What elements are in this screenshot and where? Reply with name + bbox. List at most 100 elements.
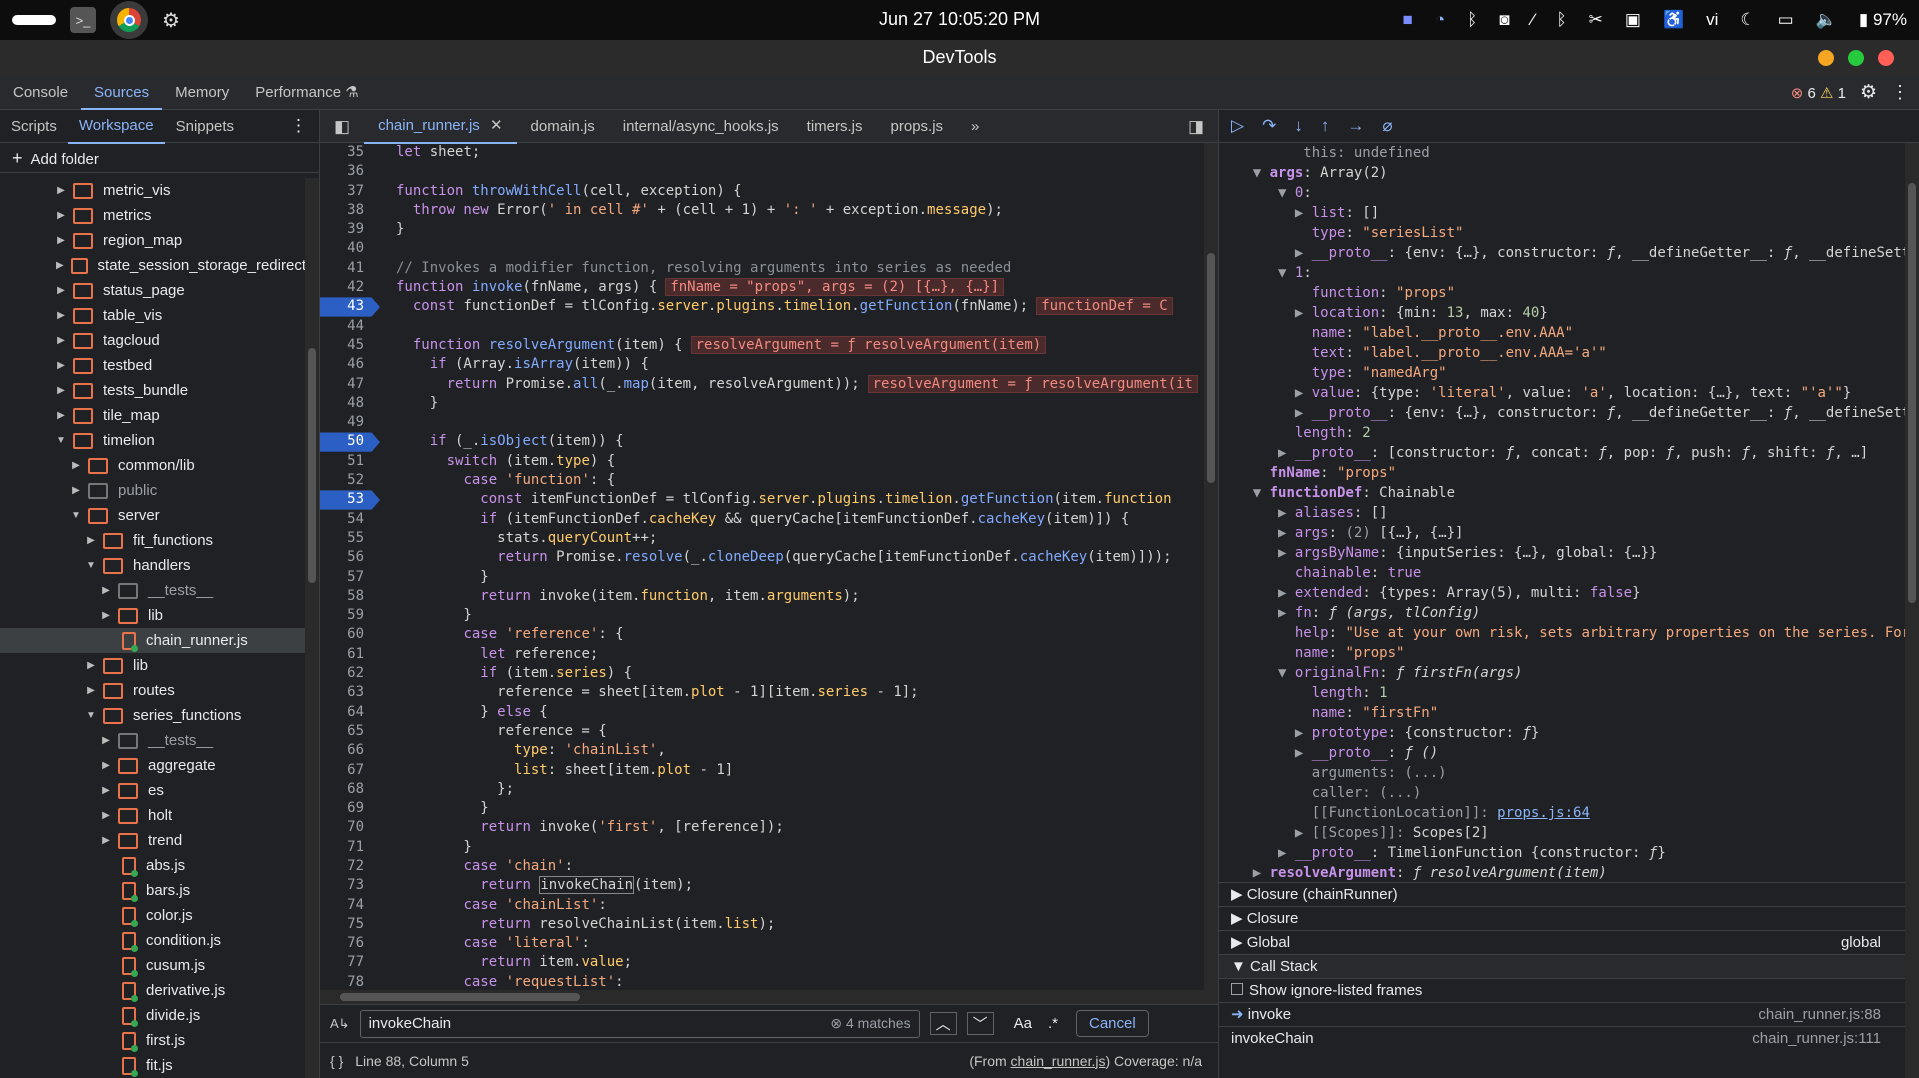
debugger-scrollbar[interactable]: [1905, 143, 1919, 1078]
code-line[interactable]: 49: [320, 413, 1205, 432]
tab-workspace[interactable]: Workspace: [67, 109, 165, 144]
tab-snippets[interactable]: Snippets: [165, 110, 245, 143]
scope-row[interactable]: fnName: "props": [1219, 463, 1905, 483]
tree-item[interactable]: ▶ es: [0, 778, 306, 803]
line-number[interactable]: 38: [320, 201, 380, 220]
code-line[interactable]: 73 return invokeChain(item);: [320, 876, 1205, 895]
scope-row[interactable]: ▼ 0:: [1219, 183, 1905, 203]
scope-row[interactable]: ▶ __proto__: {env: {…}, constructor: ƒ, …: [1219, 403, 1905, 423]
tree-item[interactable]: ▼ series_functions: [0, 703, 306, 728]
code-line[interactable]: 62 if (item.series) {: [320, 664, 1205, 683]
closure-chainrunner-section[interactable]: ▶ Closure (chainRunner): [1219, 882, 1905, 906]
step-icon[interactable]: →: [1347, 116, 1364, 136]
line-number[interactable]: 72: [320, 857, 380, 876]
tree-item[interactable]: ▶ metric_vis: [0, 178, 306, 203]
expand-arrow-icon[interactable]: ▶: [55, 210, 67, 221]
scope-row[interactable]: ▼ args: Array(2): [1219, 163, 1905, 183]
expand-arrow-icon[interactable]: ▶: [85, 685, 97, 696]
tree-item[interactable]: ▶ fit_functions: [0, 528, 306, 553]
more-tabs-icon[interactable]: »: [957, 110, 993, 143]
code-line[interactable]: 70 return invoke('first', [reference]);: [320, 818, 1205, 837]
code-line[interactable]: 45 function resolveArgument(item) {resol…: [320, 335, 1205, 355]
tree-item[interactable]: color.js: [0, 903, 306, 928]
line-number[interactable]: 48: [320, 394, 380, 413]
code-line[interactable]: 66 type: 'chainList',: [320, 741, 1205, 760]
scope-row[interactable]: name: "firstFn": [1219, 703, 1905, 723]
expand-arrow-icon[interactable]: ▶: [85, 535, 97, 546]
bluetooth-icon-2[interactable]: ᛒ: [1556, 10, 1566, 30]
scope-row[interactable]: ▼ 1:: [1219, 263, 1905, 283]
scope-row[interactable]: ▶ [[Scopes]]: Scopes[2]: [1219, 823, 1905, 843]
code-line[interactable]: 42 function invoke(fnName, args) {fnName …: [320, 278, 1205, 297]
code-line[interactable]: 65 reference = {: [320, 722, 1205, 741]
more-menu-icon[interactable]: ⋮: [1891, 82, 1909, 103]
line-number[interactable]: 57: [320, 568, 380, 587]
line-number[interactable]: 67: [320, 761, 380, 780]
scope-row[interactable]: ▶ location: {min: 13, max: 40}: [1219, 303, 1905, 323]
line-number[interactable]: 52: [320, 471, 380, 490]
scope-row[interactable]: help: "Use at your own risk, sets arbitr…: [1219, 623, 1905, 643]
scope-row[interactable]: ▶ prototype: {constructor: ƒ}: [1219, 723, 1905, 743]
line-number[interactable]: 74: [320, 896, 380, 915]
expand-arrow-icon[interactable]: ▶: [100, 735, 112, 746]
navigator-scrollbar[interactable]: [305, 178, 319, 1078]
line-number[interactable]: 40: [320, 239, 380, 258]
code-lines[interactable]: 35 let sheet; 36 37 function throwWithCell(c…: [320, 143, 1205, 989]
screen-icon[interactable]: ▣: [1625, 10, 1641, 30]
tree-item[interactable]: ▶ routes: [0, 678, 306, 703]
expand-arrow-icon[interactable]: ▼: [85, 560, 97, 571]
code-line[interactable]: 58 return invoke(item.function, item.arg…: [320, 587, 1205, 606]
step-over-icon[interactable]: ↷: [1262, 116, 1276, 136]
expand-arrow-icon[interactable]: ▶: [70, 460, 82, 471]
code-line[interactable]: 57 }: [320, 568, 1205, 587]
source-file-link[interactable]: chain_runner.js: [1011, 1053, 1106, 1069]
scope-row[interactable]: ▶ args: (2) [{…}, {…}]: [1219, 523, 1905, 543]
tree-item[interactable]: ▶ testbed: [0, 353, 306, 378]
tree-item[interactable]: ▶ trend: [0, 828, 306, 853]
scope-row[interactable]: name: "label.__proto__.env.AAA": [1219, 323, 1905, 343]
keyboard-layout[interactable]: vi: [1706, 10, 1718, 30]
show-ignore-listed-row[interactable]: Show ignore-listed frames: [1219, 978, 1905, 1002]
code-line[interactable]: 69 }: [320, 799, 1205, 818]
line-number[interactable]: 58: [320, 587, 380, 606]
tree-item[interactable]: condition.js: [0, 928, 306, 953]
tree-item[interactable]: ▶ tests_bundle: [0, 378, 306, 403]
tab-scripts[interactable]: Scripts: [0, 110, 68, 143]
volume-icon[interactable]: 🔈: [1816, 10, 1837, 30]
scope-row[interactable]: function: "props": [1219, 283, 1905, 303]
feather-icon[interactable]: ⁄: [1532, 10, 1535, 30]
code-line[interactable]: 37 function throwWithCell(cell, exception…: [320, 182, 1205, 201]
clear-search-icon[interactable]: ⊗: [830, 1015, 842, 1031]
scope-row[interactable]: this: undefined: [1219, 143, 1905, 163]
breakpoint-line-number[interactable]: 53: [320, 490, 380, 510]
close-tab-icon[interactable]: ✕: [490, 117, 503, 134]
expand-arrow-icon[interactable]: ▶: [70, 485, 82, 496]
tree-item[interactable]: ▶ __tests__: [0, 578, 306, 603]
code-line[interactable]: 44: [320, 317, 1205, 336]
editor-tab-props[interactable]: props.js: [877, 110, 958, 143]
code-line[interactable]: 55 stats.queryCount++;: [320, 529, 1205, 548]
chrome-icon[interactable]: [110, 1, 148, 39]
code-line[interactable]: 46 if (Array.isArray(item)) {: [320, 355, 1205, 374]
editor-tab-domain[interactable]: domain.js: [517, 110, 609, 143]
line-number[interactable]: 41: [320, 259, 380, 278]
line-number[interactable]: 47: [320, 375, 380, 394]
tab-console[interactable]: Console: [0, 75, 81, 110]
code-line[interactable]: 61 let reference;: [320, 645, 1205, 664]
scope-row[interactable]: ▼ originalFn: ƒ firstFn(args): [1219, 663, 1905, 683]
line-number[interactable]: 65: [320, 722, 380, 741]
expand-arrow-icon[interactable]: ▼: [55, 435, 67, 446]
display-icon[interactable]: ▭: [1778, 10, 1794, 30]
bluetooth-icon[interactable]: ᛒ: [1467, 10, 1477, 30]
tree-item[interactable]: fit.js: [0, 1053, 306, 1078]
scope-row[interactable]: length: 2: [1219, 423, 1905, 443]
toggle-debugger-icon[interactable]: ◨: [1174, 110, 1218, 143]
code-line[interactable]: 43 const functionDef = tlConfig.server.p…: [320, 297, 1205, 317]
scope-row[interactable]: ▼ functionDef: Chainable: [1219, 483, 1905, 503]
scope-row[interactable]: chainable: true: [1219, 563, 1905, 583]
tree-item[interactable]: ▶ table_vis: [0, 303, 306, 328]
tree-item[interactable]: ▼ server: [0, 503, 306, 528]
code-line[interactable]: 40: [320, 239, 1205, 258]
tab-performance[interactable]: Performance ⚗: [242, 75, 372, 110]
line-number[interactable]: 36: [320, 162, 380, 181]
